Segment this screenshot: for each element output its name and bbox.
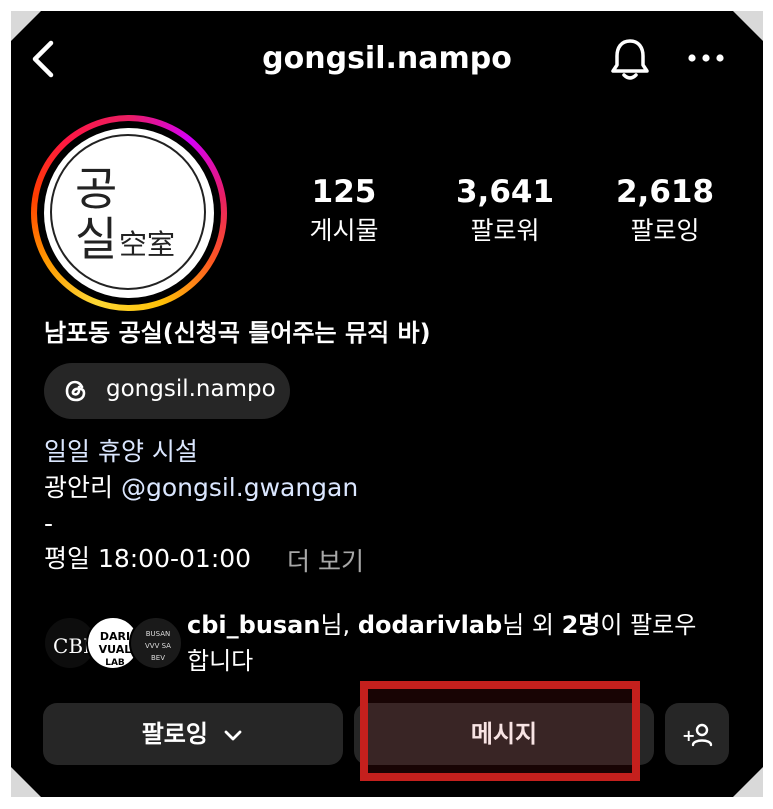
highlight-box — [360, 681, 640, 781]
mutual-suffix: 이 팔로우 — [600, 611, 697, 639]
following-button-label: 팔로잉 — [141, 720, 208, 748]
threads-handle: gongsil.nampo — [106, 376, 276, 402]
svg-text:DARI: DARI — [100, 630, 130, 643]
mutual-followers-text[interactable]: cbi_busan님, dodarivlab님 외 2명이 팔로우합니다 — [187, 607, 747, 679]
corner-marker — [11, 767, 41, 797]
mutual-user-1[interactable]: cbi_busan — [187, 611, 320, 639]
display-name: 남포동 공실(신청곡 틀어주는 뮤직 바) — [44, 319, 431, 347]
bell-icon[interactable] — [608, 35, 652, 83]
bio-line-3: - — [44, 509, 54, 538]
stat-following-value: 2,618 — [615, 174, 715, 210]
stat-following[interactable]: 2,618 팔로잉 — [590, 174, 740, 248]
svg-text:BEV: BEV — [151, 654, 165, 662]
following-button[interactable]: 팔로잉 — [43, 703, 343, 765]
more-link[interactable]: 더 보기 — [287, 542, 364, 578]
suggest-people-button[interactable]: + — [665, 703, 729, 765]
bio-line-1: 일일 휴양 시설 — [44, 437, 198, 466]
corner-marker — [733, 11, 763, 41]
corner-marker — [733, 767, 763, 797]
logo-hanja: 空室 — [119, 228, 176, 261]
bio-line-2: 광안리 @gongsil.gwangan — [44, 471, 358, 505]
stat-followers-value: 3,641 — [455, 174, 555, 210]
svg-text:VVV SA: VVV SA — [145, 642, 171, 650]
svg-text:LAB: LAB — [105, 658, 125, 668]
chevron-down-icon — [222, 724, 244, 746]
mutual-sep-1: 님, — [320, 611, 358, 639]
threads-link[interactable]: gongsil.nampo — [44, 363, 290, 419]
corner-marker — [11, 11, 41, 41]
mutual-sep-2: 님 외 — [502, 611, 562, 639]
mutual-count: 2명 — [561, 611, 601, 639]
add-person-icon: + — [680, 721, 714, 749]
follower-avatar[interactable]: BUSAN VVV SA BEV — [129, 616, 183, 670]
mutual-user-2[interactable]: dodarivlab — [358, 611, 502, 639]
stat-posts-value: 125 — [311, 174, 377, 210]
svg-text:VUAL: VUAL — [99, 643, 132, 656]
mutual-line-2: 합니다 — [187, 647, 254, 675]
svg-text:BUSAN: BUSAN — [146, 630, 171, 638]
stat-posts[interactable]: 125 게시물 — [269, 174, 419, 248]
bio-line-4: 평일 18:00-01:00 — [44, 544, 252, 573]
stat-followers-label: 팔로워 — [470, 216, 540, 245]
bio-line-2-text: 광안리 — [44, 473, 121, 502]
stat-posts-label: 게시물 — [309, 216, 379, 245]
logo-char-mid: 실 — [75, 212, 118, 266]
more-icon[interactable] — [683, 43, 729, 73]
threads-icon — [62, 377, 90, 409]
logo-outline — [50, 134, 206, 290]
bio-mention-link[interactable]: @gongsil.gwangan — [121, 473, 358, 502]
stat-following-label: 팔로잉 — [630, 216, 700, 245]
stat-followers[interactable]: 3,641 팔로워 — [430, 174, 580, 248]
profile-screen: gongsil.nampo 공 실 空室 125 게시물 3,641 팔로워 2… — [11, 11, 763, 797]
